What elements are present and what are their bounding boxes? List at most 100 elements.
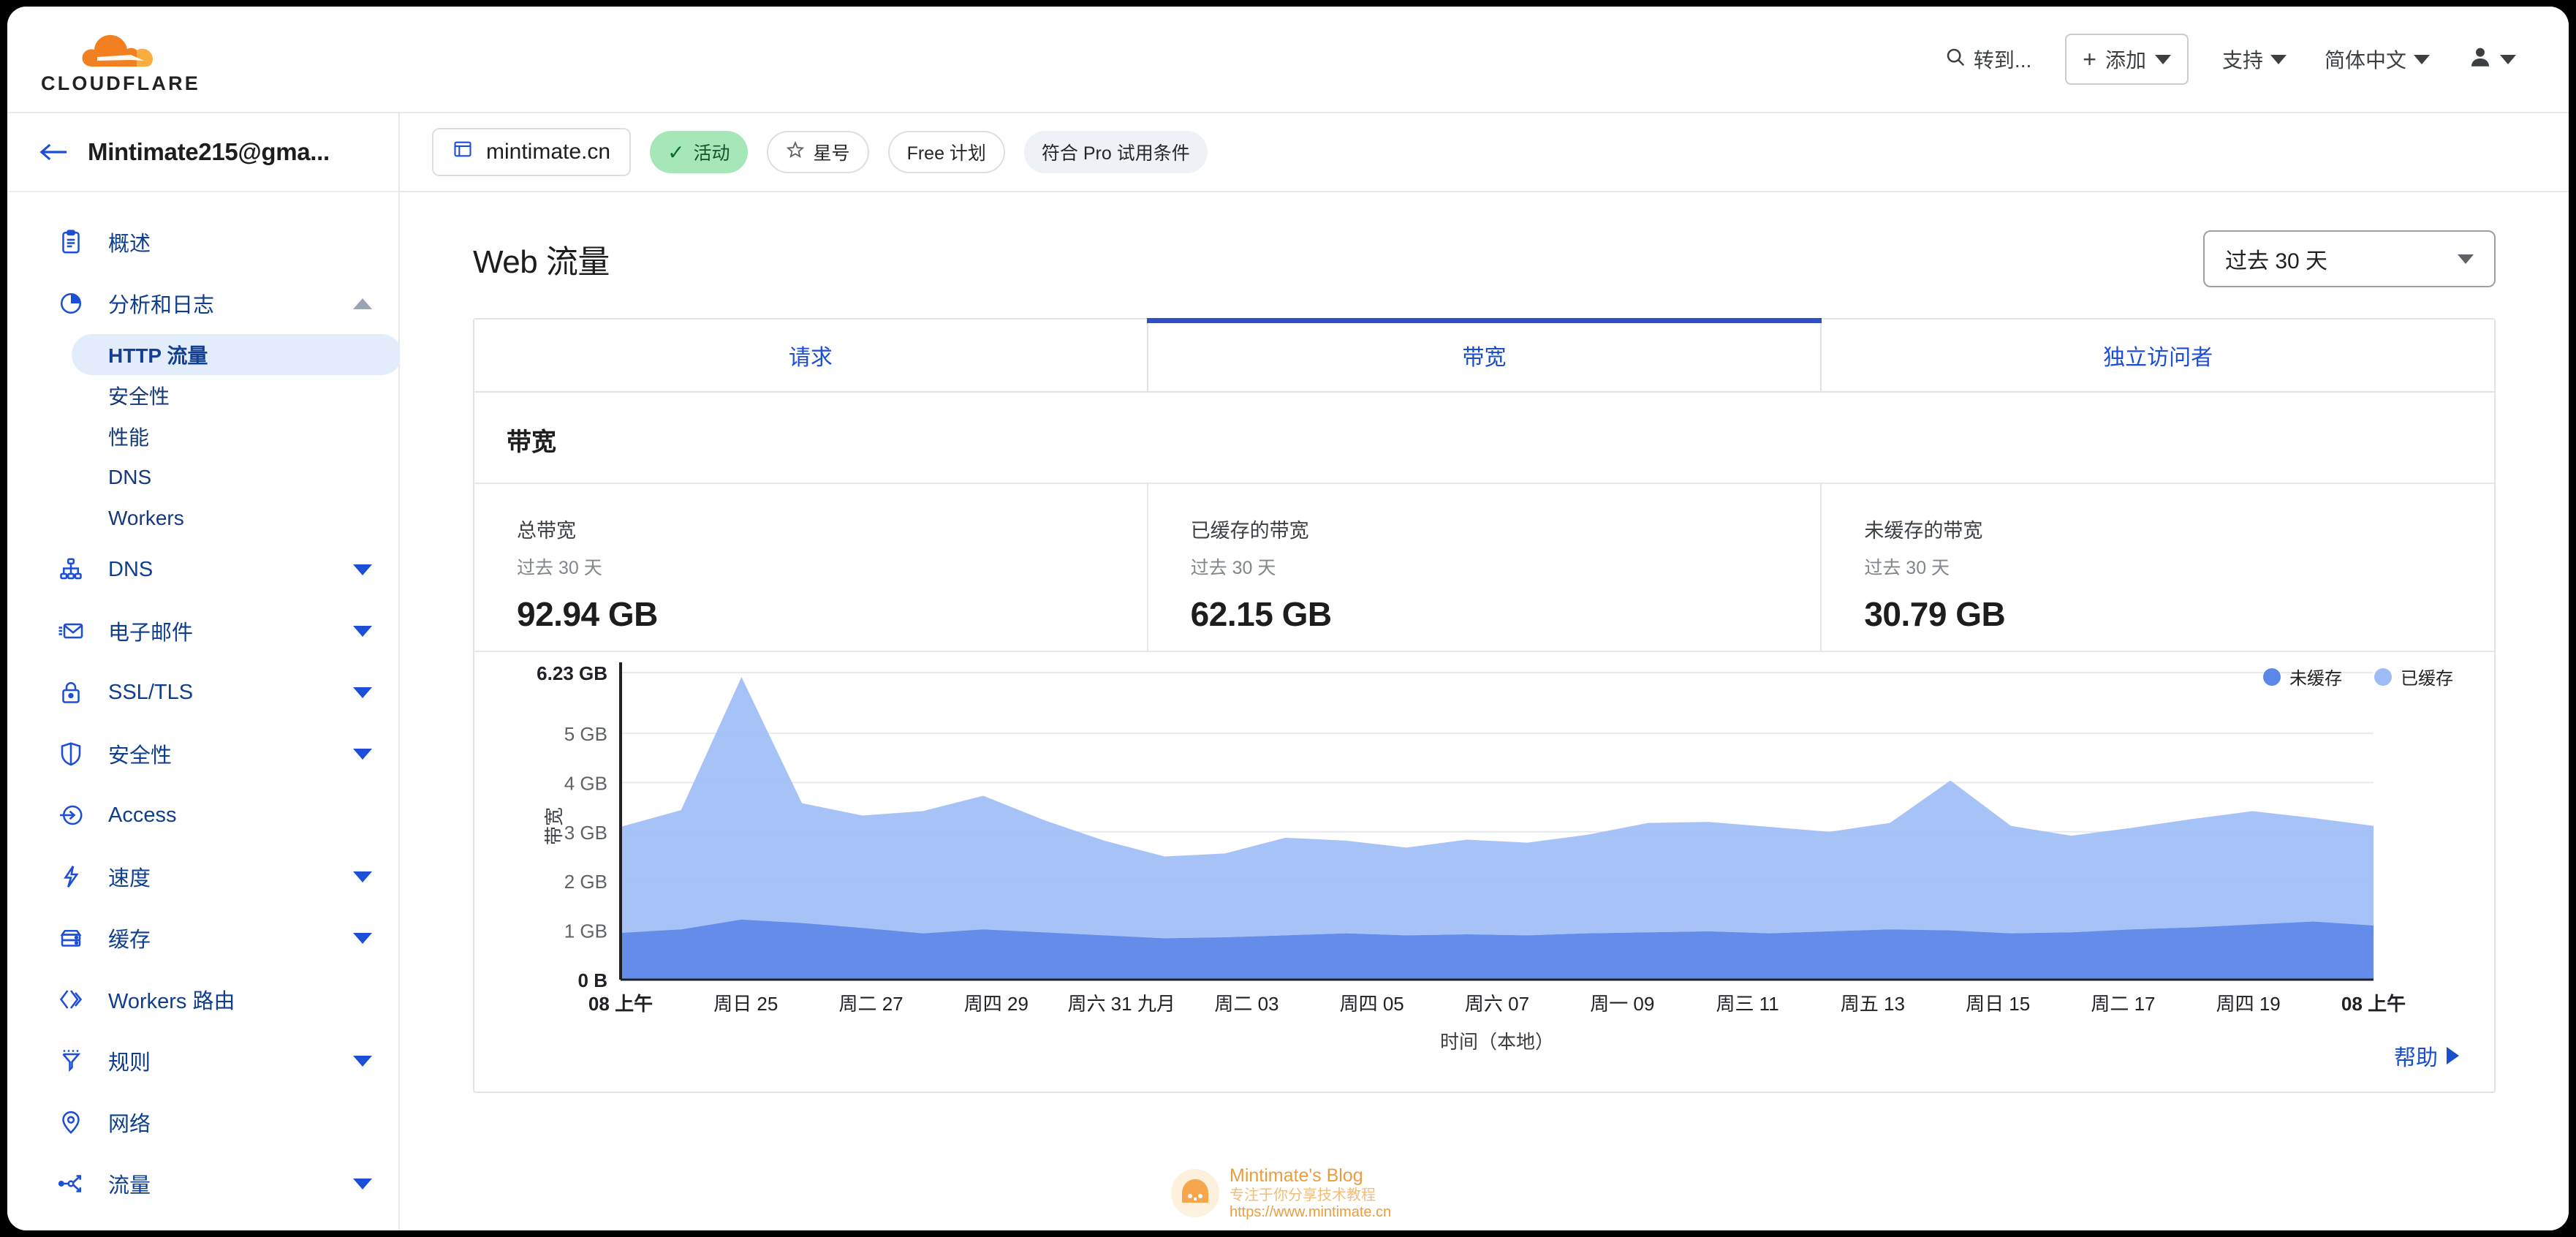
cloudflare-dashboard: CLOUDFLARE 转到... + 添加 支持 简体中文 Mintimate2…	[7, 7, 2569, 1230]
add-label: 添加	[2105, 49, 2146, 72]
sidebar-item-speed[interactable]: 速度	[7, 846, 398, 907]
sidebar-item-label: DNS	[108, 557, 154, 581]
svg-text:5 GB: 5 GB	[564, 723, 607, 745]
sidebar-item-rules[interactable]: 规则	[7, 1030, 398, 1092]
sidebar-item-label: 分析和日志	[108, 294, 215, 317]
access-arrow-icon	[56, 800, 86, 831]
chevron-down-icon	[2500, 54, 2516, 64]
sidebar-subitem-label: 性能	[108, 426, 150, 449]
sidebar-item-analytics[interactable]: 分析和日志	[7, 273, 398, 334]
plan-badge: Free 计划	[887, 131, 1005, 173]
add-button[interactable]: + 添加	[2065, 34, 2189, 85]
plan-badge-label: Free 计划	[906, 143, 986, 164]
sidebar-subitem-label: HTTP 流量	[108, 344, 208, 367]
stat-value: 62.15 GB	[1190, 595, 1332, 633]
page-header: Web 流量 过去 30 天	[473, 230, 2496, 287]
chevron-down-icon	[2270, 54, 2287, 64]
stat-cached-bandwidth: 已缓存的带宽 过去 30 天 62.15 GB	[1148, 484, 1822, 651]
legend-item-uncached[interactable]: 未缓存	[2263, 664, 2342, 689]
sidebar-item-workers-routes[interactable]: Workers 路由	[7, 969, 398, 1030]
sidebar-subitem-performance[interactable]: 性能	[72, 416, 398, 457]
sidebar-item-overview[interactable]: 概述	[7, 211, 398, 273]
svg-text:时间（本地）: 时间（本地）	[1440, 1031, 1554, 1053]
sidebar-item-cache[interactable]: 缓存	[7, 907, 398, 969]
sidebar-subitem-dns[interactable]: DNS	[72, 457, 398, 498]
sidebar-item-label: 网络	[108, 1113, 151, 1136]
svg-text:0 B: 0 B	[578, 969, 607, 991]
star-badge[interactable]: 星号	[766, 131, 869, 173]
shield-icon	[56, 738, 86, 769]
language-menu[interactable]: 简体中文	[2306, 34, 2449, 85]
sidebar-item-label: Workers 路由	[108, 990, 235, 1013]
tab-unique-visitors[interactable]: 独立访问者	[1822, 319, 2495, 391]
chevron-down-icon	[353, 564, 372, 575]
support-menu[interactable]: 支持	[2203, 34, 2306, 85]
stat-uncached-bandwidth: 未缓存的带宽 过去 30 天 30.79 GB	[1822, 484, 2494, 651]
svg-text:周二 17: 周二 17	[2091, 993, 2155, 1015]
stat-label: 已缓存的带宽	[1190, 520, 1309, 542]
server-icon	[56, 923, 86, 953]
cloudflare-logo[interactable]: CLOUDFLARE	[41, 24, 200, 95]
sidebar-item-network[interactable]: 网络	[7, 1092, 398, 1153]
star-badge-label: 星号	[813, 143, 850, 164]
stat-period: 过去 30 天	[517, 558, 602, 578]
tab-bandwidth[interactable]: 带宽	[1146, 318, 1822, 391]
clipboard-icon	[56, 227, 86, 257]
pro-trial-badge-label: 符合 Pro 试用条件	[1041, 143, 1190, 164]
bandwidth-area-chart: 0 B 1 GB 2 GB 3 GB 4 GB 5 GB 6.23 GB 08 上午 周日 25…	[537, 662, 2406, 1053]
sidebar-subitem-workers[interactable]: Workers	[72, 498, 398, 539]
sidebar-item-ssl-tls[interactable]: SSL/TLS	[7, 662, 398, 723]
legend-label: 已缓存	[2401, 669, 2453, 689]
sidebar-nav: 概述 分析和日志 HTTP 流量 安全性 性能 DNS Workers DNS …	[7, 192, 402, 1214]
main-content: mintimate.cn ✓ 活动 星号 Free 计划 符合 Pro 试用条件	[400, 113, 2569, 1230]
svg-text:周六 31 九月: 周六 31 九月	[1067, 993, 1175, 1015]
svg-text:周四 05: 周四 05	[1340, 993, 1404, 1015]
sidebar-subitem-label: Workers	[108, 507, 184, 529]
global-search[interactable]: 转到...	[1925, 34, 2050, 85]
sidebar-subitem-http-traffic[interactable]: HTTP 流量	[72, 334, 402, 375]
tab-requests[interactable]: 请求	[474, 319, 1148, 391]
sidebar-item-access[interactable]: Access	[7, 784, 398, 846]
stat-value: 30.79 GB	[1864, 595, 2006, 633]
sidebar-item-label: SSL/TLS	[108, 680, 194, 704]
dns-tree-icon	[56, 554, 86, 585]
sidebar-item-email[interactable]: 电子邮件	[7, 600, 398, 662]
svg-text:08 上午: 08 上午	[588, 993, 653, 1015]
svg-text:1 GB: 1 GB	[564, 920, 607, 942]
svg-text:08 上午: 08 上午	[2341, 993, 2406, 1015]
legend-label: 未缓存	[2289, 669, 2342, 689]
legend-item-cached[interactable]: 已缓存	[2374, 664, 2453, 689]
section-title: 带宽	[507, 428, 556, 456]
sidebar-item-security[interactable]: 安全性	[7, 723, 398, 784]
time-range-select[interactable]: 过去 30 天	[2203, 230, 2496, 287]
chevron-up-icon	[353, 298, 372, 309]
sidebar-subitem-security[interactable]: 安全性	[72, 375, 398, 416]
help-button[interactable]: 帮助	[2394, 1040, 2459, 1072]
chevron-down-icon	[353, 686, 372, 698]
tab-label: 独立访问者	[2103, 346, 2213, 370]
chevron-down-icon	[353, 625, 372, 637]
zone-domain-label: mintimate.cn	[486, 140, 611, 164]
pro-trial-badge[interactable]: 符合 Pro 试用条件	[1023, 131, 1208, 173]
language-label: 简体中文	[2324, 49, 2406, 72]
plus-icon: +	[2083, 46, 2096, 72]
zone-selector[interactable]: mintimate.cn	[432, 128, 632, 176]
legend-color-swatch	[2374, 667, 2392, 686]
top-navigation-bar: CLOUDFLARE 转到... + 添加 支持 简体中文	[7, 7, 2569, 113]
back-arrow-icon[interactable]	[39, 141, 69, 163]
tab-label: 带宽	[1462, 346, 1507, 370]
svg-text:周日 15: 周日 15	[1966, 993, 2030, 1015]
sidebar-item-dns[interactable]: DNS	[7, 539, 398, 600]
chevron-down-icon	[2414, 54, 2430, 64]
sidebar-item-label: 规则	[108, 1051, 151, 1075]
sidebar-subitem-label: DNS	[108, 466, 152, 488]
website-icon	[452, 139, 473, 165]
envelope-icon	[56, 616, 86, 646]
sidebar-item-traffic[interactable]: 流量	[7, 1153, 398, 1214]
user-menu[interactable]	[2449, 34, 2535, 85]
svg-text:周二 27: 周二 27	[838, 993, 903, 1015]
tab-label: 请求	[788, 346, 833, 370]
chevron-down-icon	[2154, 54, 2171, 64]
stat-label: 未缓存的带宽	[1864, 520, 1983, 542]
svg-text:周四 29: 周四 29	[964, 993, 1028, 1015]
